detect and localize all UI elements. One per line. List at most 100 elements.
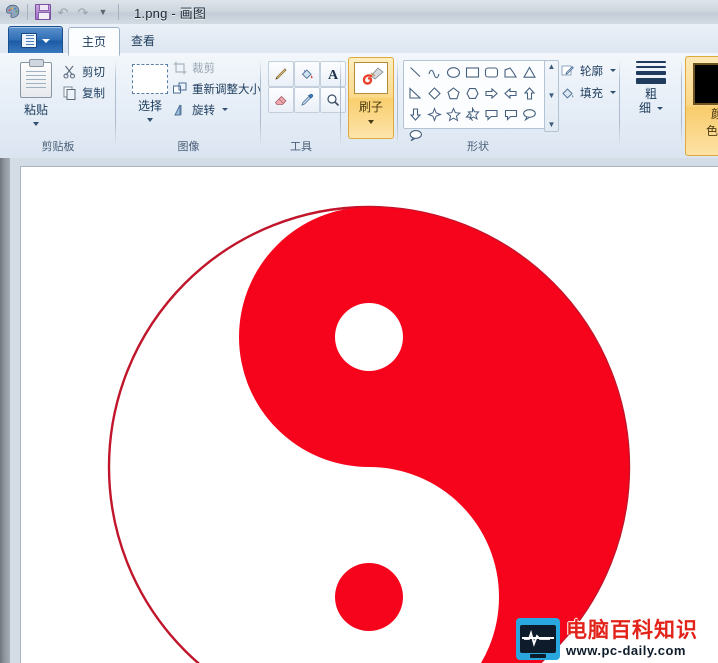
line-thickness-icon [636, 61, 666, 84]
color1-label-1: 颜 [710, 107, 718, 121]
watermark: 电脑百科知识 www.pc-daily.com [516, 614, 718, 663]
shapes-scrollbar[interactable]: ▲ ▼ ▼ [544, 60, 559, 132]
triangle-shape[interactable] [520, 62, 539, 83]
chevron-down-icon [147, 118, 153, 122]
clipboard-icon [20, 59, 52, 98]
left-rail [0, 158, 10, 663]
ribbon-tab-strip: 主页 查看 [0, 24, 718, 56]
tab-view[interactable]: 查看 [118, 27, 168, 53]
scroll-more-icon[interactable]: ▼ [548, 121, 556, 129]
scissors-icon [62, 64, 78, 80]
copy-button[interactable]: 复制 [62, 83, 105, 102]
color1-swatch[interactable] [693, 63, 718, 105]
tools-grid: A [268, 61, 346, 113]
ribbon-group-clipboard: 粘贴 剪切 复制 剪贴板 [0, 53, 116, 158]
right-triangle-shape[interactable] [406, 83, 425, 104]
rotate-icon [172, 102, 188, 118]
thickness-button[interactable]: 粗 细 [628, 55, 674, 115]
ribbon-group-colors: 颜 色 1 [682, 53, 718, 158]
five-point-star-shape[interactable] [444, 104, 463, 125]
chevron-down-icon [610, 91, 616, 94]
left-arrow-shape[interactable] [501, 83, 520, 104]
group-label-clipboard: 剪贴板 [41, 141, 75, 153]
rectangle-shape[interactable] [463, 62, 482, 83]
chevron-down-icon [33, 122, 39, 126]
outline-label: 轮廓 [580, 65, 603, 78]
hexagon-shape[interactable] [463, 83, 482, 104]
svg-text:A: A [328, 68, 339, 82]
tab-view-label: 查看 [131, 33, 156, 48]
curve-shape[interactable] [425, 62, 444, 83]
oval-shape[interactable] [444, 62, 463, 83]
select-button[interactable]: 选择 [124, 59, 176, 122]
fill-bucket-icon[interactable] [294, 61, 320, 87]
up-arrow-shape[interactable] [520, 83, 539, 104]
window-title: 1.png - 画图 [134, 5, 207, 21]
watermark-url: www.pc-daily.com [566, 643, 686, 658]
brushes-label: 刷子 [358, 100, 383, 114]
down-arrow-shape[interactable] [406, 104, 425, 125]
outline-pencil-icon [560, 63, 576, 79]
shapes-gallery[interactable] [403, 60, 547, 142]
ribbon-group-image: 选择 裁剪 重新调整大小 旋转 图像 [116, 53, 261, 158]
drawing-canvas[interactable] [20, 166, 718, 663]
customize-dropdown-icon[interactable]: ▼ [93, 2, 113, 22]
ribbon: 粘贴 剪切 复制 剪贴板 选择 裁剪 重新调整大小 旋转 图像 A 工具 刷子 … [0, 53, 718, 159]
paint-application-window: ↶ ↷ ▼ 1.png - 画图 主页 查看 粘贴 剪切 复制 剪贴板 选择 裁… [0, 0, 718, 663]
oval-callout-shape[interactable] [501, 104, 520, 125]
crop-button[interactable]: 裁剪 [172, 58, 215, 77]
resize-label: 重新调整大小 [192, 83, 261, 96]
color1-button[interactable]: 颜 色 1 [685, 56, 718, 156]
four-point-star-shape[interactable] [425, 104, 444, 125]
save-icon[interactable] [33, 2, 53, 22]
work-area [0, 158, 718, 663]
line-shape[interactable] [406, 62, 425, 83]
paste-button[interactable]: 粘贴 [10, 57, 62, 126]
six-point-star-shape[interactable] [463, 104, 482, 125]
cut-label: 剪切 [82, 66, 105, 79]
polygon-shape[interactable] [501, 62, 520, 83]
scroll-down-icon[interactable]: ▼ [548, 92, 556, 100]
titlebar-separator-2 [118, 4, 119, 20]
thickness-label-1: 粗 [644, 87, 657, 101]
scroll-up-icon[interactable]: ▲ [548, 63, 556, 71]
cut-button[interactable]: 剪切 [62, 62, 105, 81]
resize-button[interactable]: 重新调整大小 [172, 79, 261, 98]
rounded-callout-shape[interactable] [482, 104, 501, 125]
chevron-down-icon [42, 38, 50, 43]
ribbon-group-shapes: ▲ ▼ ▼ 轮廓 填充 形状 [398, 53, 620, 158]
ribbon-group-tools: A 工具 [261, 53, 346, 158]
outline-button[interactable]: 轮廓 [560, 61, 616, 80]
color1-label-2: 色 1 [705, 124, 718, 138]
pencil-icon[interactable] [268, 61, 294, 87]
redo-icon[interactable]: ↷ [73, 2, 93, 22]
group-label-tools: 工具 [290, 141, 312, 153]
chevron-down-icon [368, 120, 374, 124]
rounded-rectangle-shape[interactable] [482, 62, 501, 83]
paint-palette-icon[interactable] [4, 3, 22, 21]
right-arrow-shape[interactable] [482, 83, 501, 104]
app-menu-button[interactable] [8, 26, 63, 54]
menu-doc-icon [21, 33, 37, 48]
titlebar-separator [27, 4, 28, 20]
diamond-shape[interactable] [425, 83, 444, 104]
group-label-image: 图像 [177, 141, 200, 153]
brushes-button[interactable]: 刷子 [348, 57, 394, 139]
cloud-callout-shape[interactable] [520, 104, 539, 125]
tab-home[interactable]: 主页 [68, 27, 121, 56]
paste-label: 粘贴 [23, 103, 48, 117]
pentagon-shape[interactable] [444, 83, 463, 104]
undo-icon[interactable]: ↶ [53, 2, 73, 22]
selection-rect-icon [132, 64, 168, 94]
watermark-title: 电脑百科知识 [566, 619, 698, 642]
copy-icon [62, 85, 78, 101]
fill-can-icon [560, 85, 576, 101]
title-bar: ↶ ↷ ▼ 1.png - 画图 [0, 0, 718, 25]
color-picker-icon[interactable] [294, 87, 320, 113]
chevron-down-icon [657, 106, 663, 110]
fill-label: 填充 [580, 87, 603, 100]
rotate-button[interactable]: 旋转 [172, 100, 228, 119]
fill-button[interactable]: 填充 [560, 83, 616, 102]
resize-icon [172, 81, 188, 97]
eraser-icon[interactable] [268, 87, 294, 113]
